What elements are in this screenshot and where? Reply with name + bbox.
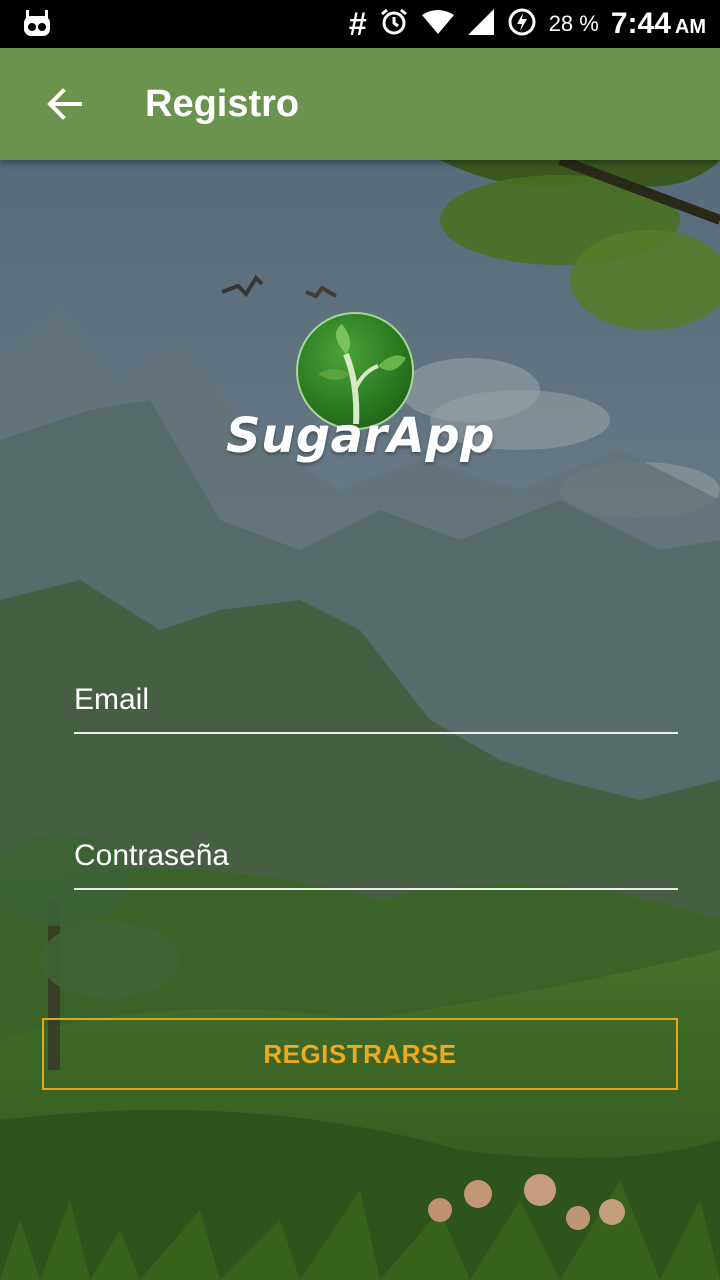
app-bar: Registro [0,48,720,160]
clock-ampm: AM [674,15,706,38]
hash-icon: # [348,5,367,42]
signal-icon [467,8,495,41]
status-bar: # 28 % 7:44 AM [0,0,720,48]
app-logo-text: SugarApp [226,408,496,464]
alarm-icon [379,7,409,42]
battery-percent: 28 % [548,11,599,36]
email-input[interactable] [74,678,678,732]
app-logo: SugarApp [226,312,496,482]
back-button[interactable] [36,76,92,132]
page-title: Registro [145,83,300,125]
robot-icon [22,10,52,38]
register-button[interactable]: REGISTRARSE [42,1018,678,1090]
clock-time: 7:44 [610,7,671,40]
email-field[interactable] [74,678,678,734]
password-input[interactable] [74,834,678,888]
arrow-left-icon [47,88,82,120]
battery-charging-icon [507,7,537,42]
password-field[interactable] [74,834,678,890]
wifi-icon [421,9,455,40]
